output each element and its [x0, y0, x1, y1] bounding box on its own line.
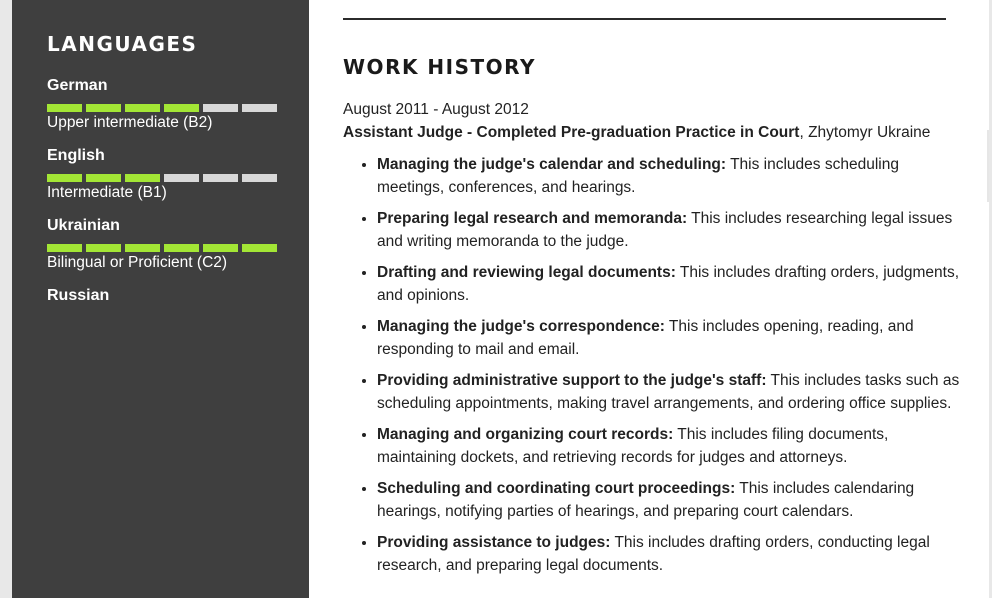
resume-page: LANGUAGES German Upper intermediate (B2)… — [12, 0, 989, 598]
proficiency-segment-filled — [47, 244, 82, 252]
duty-head: Managing and organizing court records: — [377, 426, 674, 443]
job-title: Assistant Judge - Completed Pre-graduati… — [343, 124, 800, 141]
proficiency-segment-empty — [203, 174, 238, 182]
duty-head: Managing the judge's calendar and schedu… — [377, 156, 727, 173]
duty-item: Scheduling and coordinating court procee… — [377, 477, 963, 523]
duty-head: Drafting and reviewing legal documents: — [377, 264, 676, 281]
proficiency-segment-filled — [125, 244, 160, 252]
duty-item: Managing the judge's correspondence: Thi… — [377, 315, 963, 361]
proficiency-segment-empty — [164, 174, 199, 182]
proficiency-bar — [47, 104, 277, 112]
language-item-russian: Russian — [47, 286, 277, 356]
language-item-ukrainian: Ukrainian Bilingual or Proficient (C2) — [47, 216, 277, 286]
duty-head: Providing administrative support to the … — [377, 372, 767, 389]
proficiency-segment-filled — [125, 104, 160, 112]
proficiency-segment-empty — [242, 104, 277, 112]
proficiency-segment-filled — [86, 174, 121, 182]
proficiency-segment-filled — [47, 174, 82, 182]
section-divider — [343, 18, 946, 20]
job-title-line: Assistant Judge - Completed Pre-graduati… — [343, 123, 930, 143]
proficiency-segment-filled — [242, 244, 277, 252]
duty-item: Providing assistance to judges: This inc… — [377, 531, 963, 577]
duty-item: Preparing legal research and memoranda: … — [377, 207, 963, 253]
page-edge-marker — [987, 130, 989, 202]
duty-head: Managing the judge's correspondence: — [377, 318, 665, 335]
languages-heading: LANGUAGES — [47, 32, 198, 56]
duty-item: Managing and organizing court records: T… — [377, 423, 963, 469]
work-history-heading: WORK HISTORY — [343, 55, 536, 79]
language-name: Ukrainian — [47, 217, 120, 234]
proficiency-segment-filled — [203, 244, 238, 252]
proficiency-segment-filled — [47, 104, 82, 112]
language-name: English — [47, 147, 105, 164]
proficiency-segment-filled — [125, 174, 160, 182]
language-name: German — [47, 77, 108, 94]
proficiency-segment-filled — [164, 244, 199, 252]
language-level: Bilingual or Proficient (C2) — [47, 254, 228, 271]
proficiency-segment-filled — [86, 104, 121, 112]
language-level: Upper intermediate (B2) — [47, 114, 213, 131]
language-name: Russian — [47, 287, 110, 304]
job-dates: August 2011 - August 2012 — [343, 101, 529, 118]
job-location: , Zhytomyr Ukraine — [799, 124, 931, 141]
duties-list: Managing the judge's calendar and schedu… — [360, 153, 963, 585]
duty-item: Drafting and reviewing legal documents: … — [377, 261, 963, 307]
duty-head: Providing assistance to judges: — [377, 534, 611, 551]
sidebar: LANGUAGES German Upper intermediate (B2)… — [12, 0, 309, 598]
language-item-english: English Intermediate (B1) — [47, 146, 277, 216]
duty-head: Scheduling and coordinating court procee… — [377, 480, 736, 497]
language-level: Intermediate (B1) — [47, 184, 167, 201]
proficiency-bar — [47, 244, 277, 252]
language-list: German Upper intermediate (B2) English I… — [47, 76, 277, 356]
proficiency-segment-empty — [203, 104, 238, 112]
proficiency-segment-filled — [86, 244, 121, 252]
proficiency-segment-filled — [164, 104, 199, 112]
duty-item: Providing administrative support to the … — [377, 369, 963, 415]
duty-head: Preparing legal research and memoranda: — [377, 210, 688, 227]
proficiency-segment-empty — [242, 174, 277, 182]
duty-item: Managing the judge's calendar and schedu… — [377, 153, 963, 199]
language-item-german: German Upper intermediate (B2) — [47, 76, 277, 146]
proficiency-bar — [47, 174, 277, 182]
